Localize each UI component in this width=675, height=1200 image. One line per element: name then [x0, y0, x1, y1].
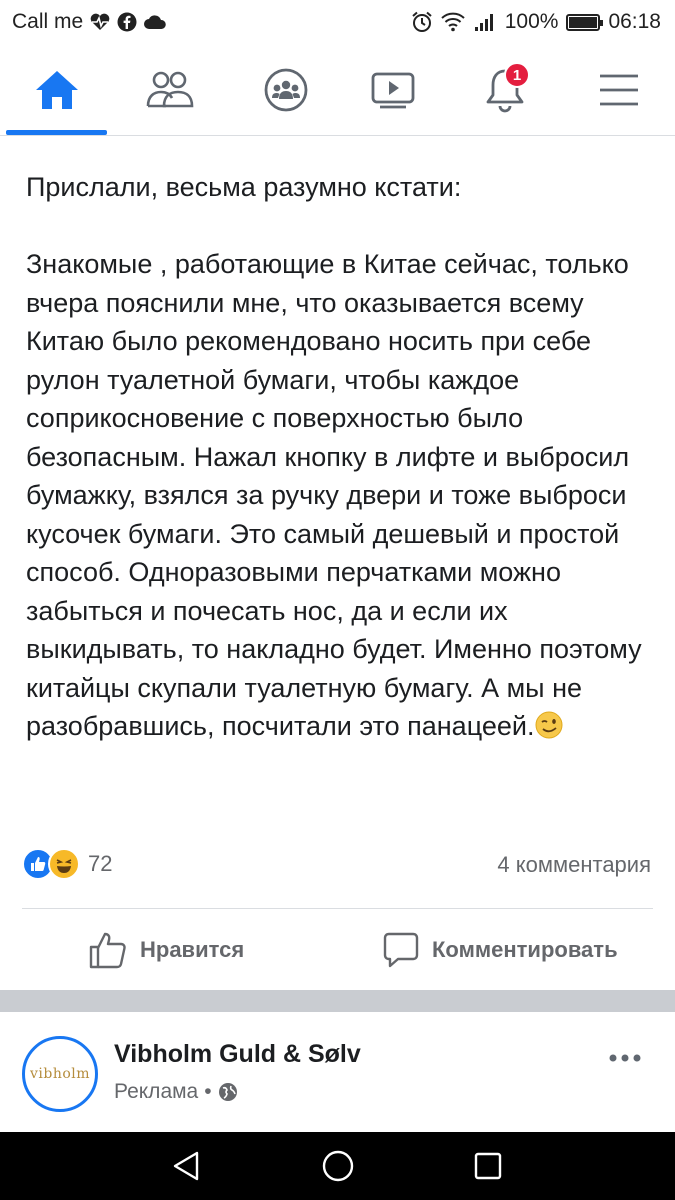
comment-icon — [383, 932, 419, 968]
battery-percent: 100% — [504, 10, 559, 33]
post-text-body: Знакомые , работающие в Китае сейчас, то… — [26, 245, 656, 746]
menu-icon — [600, 74, 638, 106]
tab-groups[interactable] — [251, 60, 321, 120]
tab-home[interactable] — [22, 60, 92, 120]
top-nav: 1 — [0, 46, 675, 136]
recents-button[interactable] — [468, 1148, 508, 1184]
advertiser-name[interactable]: Vibholm Guld & Sølv — [114, 1040, 361, 1069]
comment-label: Комментировать — [432, 937, 618, 962]
active-tab-indicator — [6, 130, 107, 135]
reaction-count: 72 — [88, 851, 113, 876]
status-left: Call me — [12, 10, 167, 34]
back-button[interactable] — [166, 1148, 206, 1184]
cloud-icon — [144, 15, 166, 29]
post-paragraph: Знакомые , работающие в Китае сейчас, то… — [26, 249, 642, 741]
recents-square-icon — [474, 1152, 502, 1180]
tab-menu[interactable] — [584, 60, 654, 120]
heartbeat-icon — [90, 13, 110, 30]
video-icon — [371, 72, 415, 109]
advertiser-avatar[interactable]: vibholm — [22, 1036, 98, 1112]
back-triangle-icon — [173, 1151, 199, 1181]
tab-notifications[interactable]: 1 — [470, 60, 540, 120]
sponsored-line: Реклама • — [114, 1080, 238, 1104]
comments-count-link[interactable]: 4 комментария — [497, 852, 651, 878]
feed-separator — [0, 990, 675, 1012]
status-bar: Call me 100% 06:18 — [0, 0, 675, 46]
facebook-icon — [117, 12, 137, 32]
battery-icon — [566, 13, 604, 31]
carrier-label: Call me — [12, 10, 84, 33]
more-options-button[interactable] — [609, 1038, 641, 1070]
signal-icon — [474, 14, 493, 31]
tab-watch[interactable] — [358, 60, 428, 120]
haha-reaction-icon — [48, 848, 80, 880]
wifi-icon — [441, 12, 465, 32]
clock: 06:18 — [608, 10, 661, 33]
system-nav-bar — [0, 1132, 675, 1200]
like-button[interactable]: Нравится — [88, 922, 244, 978]
advertiser-logo: vibholm — [29, 1066, 91, 1082]
status-right: 100% 06:18 — [411, 10, 661, 34]
home-circle-icon — [322, 1150, 354, 1182]
comment-button[interactable]: Комментировать — [382, 922, 618, 978]
wink-emoji-icon — [535, 711, 563, 739]
post-body: Прислали, весьма разумно кстати: Знакомы… — [26, 168, 656, 746]
dot-separator: • — [204, 1080, 212, 1103]
sponsored-label: Реклама — [114, 1080, 199, 1103]
alarm-icon — [412, 11, 432, 32]
like-label: Нравится — [140, 937, 245, 962]
thumbs-up-icon — [89, 932, 126, 969]
home-button[interactable] — [318, 1148, 358, 1184]
home-icon — [36, 71, 78, 109]
reactions-summary[interactable]: 72 — [22, 848, 112, 880]
more-dots-icon — [609, 1054, 641, 1062]
tab-friends[interactable] — [134, 60, 204, 120]
notification-badge: 1 — [504, 62, 530, 88]
groups-icon — [264, 68, 308, 112]
globe-icon — [218, 1083, 237, 1101]
divider — [22, 908, 653, 909]
post-intro: Прислали, весьма разумно кстати: — [26, 172, 462, 202]
friends-icon — [146, 71, 194, 108]
